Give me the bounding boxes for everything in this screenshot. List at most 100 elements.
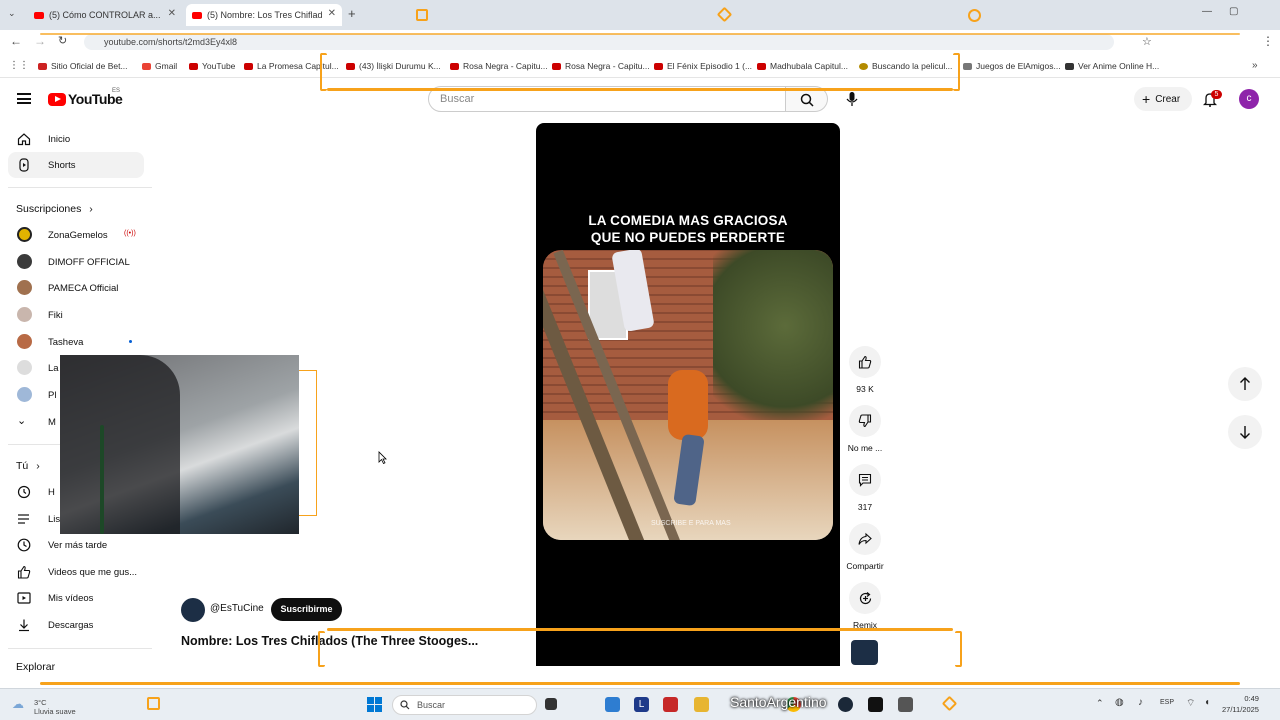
dislike-button[interactable]	[849, 405, 881, 437]
dislike-action[interactable]: No me ...	[844, 405, 886, 453]
next-short-button[interactable]	[1228, 415, 1262, 449]
microphone-icon[interactable]	[845, 91, 859, 107]
maximize-icon[interactable]: ▢	[1229, 6, 1238, 17]
bookmark-item[interactable]: Juegos de ElAmigos...	[963, 61, 1061, 71]
bookmark-item[interactable]: Madhubala Capitul...	[757, 61, 848, 71]
bookmark-label: Rosa Negra - Capitu...	[565, 61, 650, 71]
url-field[interactable]: youtube.com/shorts/t2md3Ey4xl8	[84, 34, 1114, 50]
browser-tab-2[interactable]: (5) Nombre: Los Tres Chiflad ✕	[186, 4, 342, 26]
tab-list-chevron-icon[interactable]: ⌄	[8, 8, 16, 19]
clock-time: 0:49	[1244, 694, 1259, 703]
store-icon[interactable]	[605, 697, 620, 712]
bookmark-item[interactable]: (43) İlişki Durumu K...	[346, 61, 441, 71]
remix-action[interactable]: Remix	[844, 582, 886, 630]
previous-short-button[interactable]	[1228, 367, 1262, 401]
webcam-frame-border	[299, 370, 317, 516]
hamburger-menu-icon[interactable]	[17, 93, 31, 104]
like-action[interactable]: 93 K	[844, 346, 886, 394]
bookmark-item[interactable]: Sitio Oficial de Bet...	[38, 61, 128, 71]
sidebar-item-my-videos[interactable]: Mis vídeos	[8, 585, 144, 611]
channel-avatar[interactable]	[181, 598, 205, 622]
bookmark-item[interactable]: Buscando la pelicul...	[859, 61, 952, 71]
streamer-name: SantoArgentino	[730, 694, 827, 710]
bookmark-item[interactable]: Ver Anime Online H...	[1065, 61, 1159, 71]
channel-avatar	[17, 334, 32, 349]
folder-icon[interactable]	[694, 697, 709, 712]
sidebar-item-liked-videos[interactable]: Videos que me gus...	[8, 559, 144, 585]
create-button[interactable]: + Crear	[1134, 87, 1192, 111]
share-action[interactable]: Compartir	[844, 523, 886, 571]
search-icon	[800, 93, 814, 107]
back-icon[interactable]: ←	[10, 34, 22, 48]
more-bookmarks-icon[interactable]: »	[1252, 60, 1258, 71]
comments-action[interactable]: 317	[844, 464, 886, 512]
bookmark-item[interactable]: El Fénix Episodio 1 (...	[654, 61, 752, 71]
reload-icon[interactable]: ↻	[58, 34, 67, 47]
close-icon[interactable]: ✕	[328, 8, 336, 19]
sidebar-item-fiki[interactable]: Fiki	[8, 302, 144, 328]
weather-widget[interactable]: 3°C Lluvia suave	[34, 698, 76, 716]
youtube-icon	[189, 62, 198, 70]
sidebar-item-label: Descargas	[48, 620, 94, 631]
task-view-icon[interactable]	[545, 698, 557, 710]
minimize-icon[interactable]: —	[1202, 6, 1212, 17]
audio-thumbnail[interactable]	[851, 640, 878, 665]
sidebar-item-inicio[interactable]: Inicio	[8, 126, 144, 152]
sidebar-item-zonagemelos[interactable]: ZonaGemelos ((•))	[8, 222, 144, 248]
youtube-icon	[450, 62, 459, 70]
download-icon	[19, 619, 29, 632]
short-title[interactable]: Nombre: Los Tres Chiflados (The Three St…	[181, 634, 478, 648]
input-language[interactable]: ESP	[1160, 699, 1174, 706]
sidebar-item-label: Fiki	[48, 310, 63, 321]
bookmark-item[interactable]: Rosa Negra - Capitu...	[450, 61, 548, 71]
sidebar-item-tasheva[interactable]: Tasheva	[8, 329, 144, 355]
bookmark-label: Ver Anime Online H...	[1078, 61, 1160, 71]
taskbar-clock[interactable]: 0:49 27/11/2025	[1222, 693, 1259, 715]
like-button[interactable]	[849, 346, 881, 378]
app-l-icon[interactable]: L	[634, 697, 649, 712]
live-icon: ((•))	[124, 230, 136, 237]
avatar[interactable]: c	[1239, 89, 1259, 109]
forward-icon[interactable]: →	[34, 34, 46, 48]
shield-icon[interactable]	[663, 697, 678, 712]
bookmark-star-icon[interactable]: ☆	[1142, 35, 1152, 48]
sidebar-item-downloads[interactable]: Descargas	[8, 612, 144, 638]
speaker-icon[interactable]: ♪	[1138, 697, 1143, 708]
sidebar-item-shorts[interactable]: Shorts	[8, 152, 144, 178]
channel-handle[interactable]: @EsTuCine	[210, 603, 264, 614]
browser-tab-1[interactable]: (5) Cómo CONTROLAR a... ✕	[28, 4, 182, 26]
short-video-player[interactable]: LA COMEDIA MAS GRACIOSA QUE NO PUEDES PE…	[536, 123, 840, 666]
windows-start-icon[interactable]	[367, 697, 382, 712]
new-tab-icon[interactable]: +	[348, 6, 356, 21]
app-icon[interactable]	[898, 697, 913, 712]
weather-icon: ☁	[12, 697, 24, 711]
sidebar-item-pameca[interactable]: PAMECA Official	[8, 275, 144, 301]
app-icon[interactable]	[868, 697, 883, 712]
browser-menu-icon[interactable]: ⋮	[1262, 34, 1274, 48]
remix-button[interactable]	[849, 582, 881, 614]
taskbar-search-input[interactable]: Buscar	[392, 695, 537, 715]
overlay-taskbar-square	[147, 697, 160, 710]
bookmark-item[interactable]: YouTube	[189, 61, 235, 71]
close-icon[interactable]: ✕	[168, 8, 176, 19]
video-frame: SUSCRIBE E PARA MAS	[543, 250, 833, 540]
gmail-icon	[142, 62, 151, 70]
volume-icon[interactable]: ◖	[1204, 697, 1210, 708]
clock-icon	[17, 538, 31, 552]
subscribe-button[interactable]: Suscribirme	[271, 598, 342, 621]
share-button[interactable]	[849, 523, 881, 555]
tray-chevron-up-icon[interactable]: ⌃	[1096, 698, 1104, 709]
subscriptions-heading[interactable]: Suscripciones ›	[16, 203, 93, 215]
you-heading[interactable]: Tú ›	[16, 460, 40, 472]
comments-button[interactable]	[849, 464, 881, 496]
steam-icon[interactable]	[838, 697, 853, 712]
sidebar-item-dimoff[interactable]: DIMOFF OFFICIAL	[8, 249, 144, 275]
sidebar-item-label: H	[48, 487, 55, 498]
network-icon[interactable]: ◍	[1115, 697, 1124, 708]
bookmark-item[interactable]: Gmail	[142, 61, 177, 71]
comment-count: 317	[857, 502, 873, 512]
apps-grid-icon[interactable]: ⋮⋮	[9, 60, 29, 71]
wifi-icon[interactable]: ⌔	[1186, 697, 1195, 710]
sidebar-item-watch-later[interactable]: Ver más tarde	[8, 532, 144, 558]
bookmark-item[interactable]: Rosa Negra - Capitu...	[552, 61, 650, 71]
